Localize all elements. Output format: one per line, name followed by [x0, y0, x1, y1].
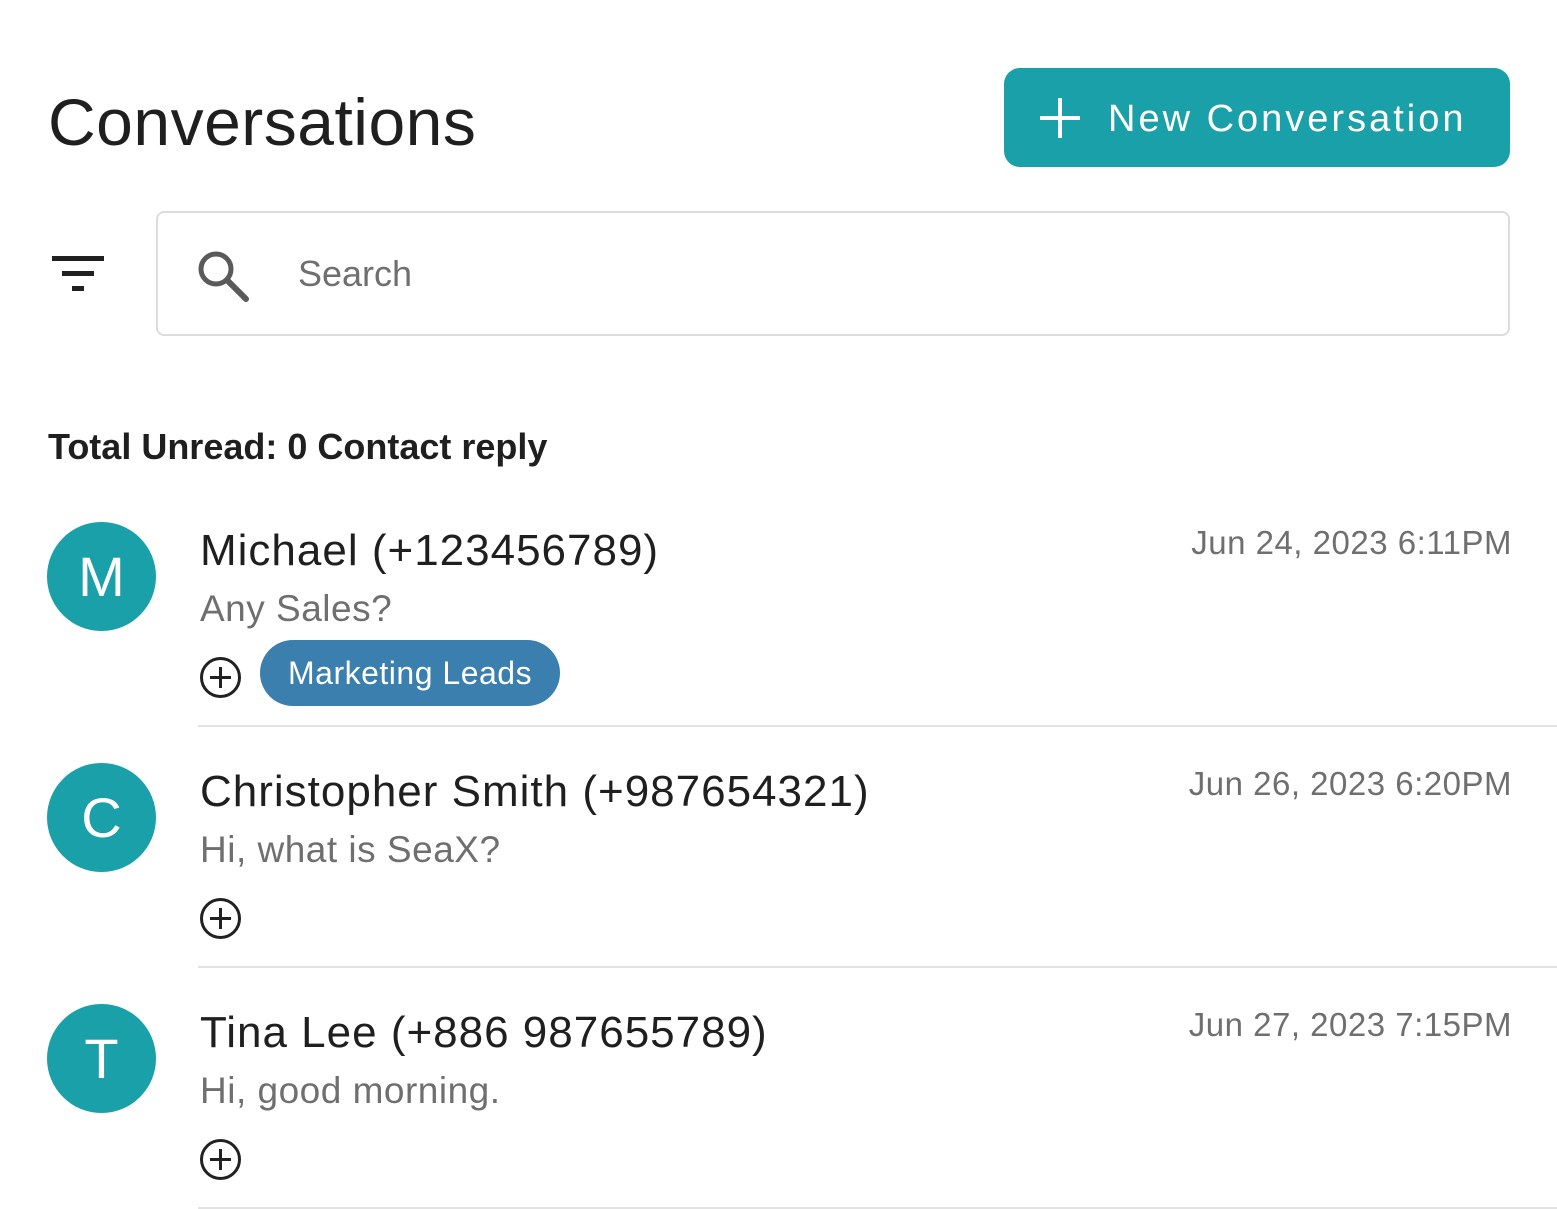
last-message: Hi, good morning. — [200, 1070, 501, 1111]
add-circle-icon[interactable] — [199, 1138, 242, 1181]
conversation-timestamp: Jun 27, 2023 7:15PM — [1188, 1006, 1512, 1043]
new-conversation-button[interactable]: New Conversation — [1004, 68, 1510, 167]
search-input[interactable] — [298, 243, 1448, 305]
contact-name: Tina Lee (+886 987655789) — [200, 1008, 768, 1057]
divider — [198, 725, 1557, 727]
plus-icon — [1040, 98, 1080, 138]
add-circle-icon[interactable] — [199, 897, 242, 940]
filter-icon[interactable] — [52, 254, 108, 294]
header: Conversations New Conversation — [0, 0, 1557, 190]
page-title: Conversations — [48, 85, 477, 159]
last-message: Hi, what is SeaX? — [200, 829, 501, 870]
avatar: T — [47, 1004, 156, 1113]
avatar: C — [47, 763, 156, 872]
conversation-item[interactable]: C Christopher Smith (+987654321) Jun 26,… — [0, 743, 1557, 984]
last-message: Any Sales? — [200, 588, 393, 629]
avatar: M — [47, 522, 156, 631]
conversation-timestamp: Jun 24, 2023 6:11PM — [1191, 524, 1512, 561]
conversation-timestamp: Jun 26, 2023 6:20PM — [1188, 765, 1512, 802]
conversation-item[interactable]: M Michael (+123456789) Jun 24, 2023 6:11… — [0, 502, 1557, 743]
divider — [198, 966, 1557, 968]
conversation-item[interactable]: T Tina Lee (+886 987655789) Jun 27, 2023… — [0, 984, 1557, 1209]
tag-chip[interactable]: Marketing Leads — [260, 640, 561, 706]
contact-name: Michael (+123456789) — [200, 526, 660, 575]
contact-name: Christopher Smith (+987654321) — [200, 767, 870, 816]
add-circle-icon[interactable] — [199, 656, 242, 699]
new-conversation-label: New Conversation — [1108, 98, 1467, 140]
search-icon — [198, 251, 249, 302]
search-bar[interactable] — [156, 211, 1510, 336]
total-unread-text: Total Unread: 0 Contact reply — [48, 426, 548, 467]
